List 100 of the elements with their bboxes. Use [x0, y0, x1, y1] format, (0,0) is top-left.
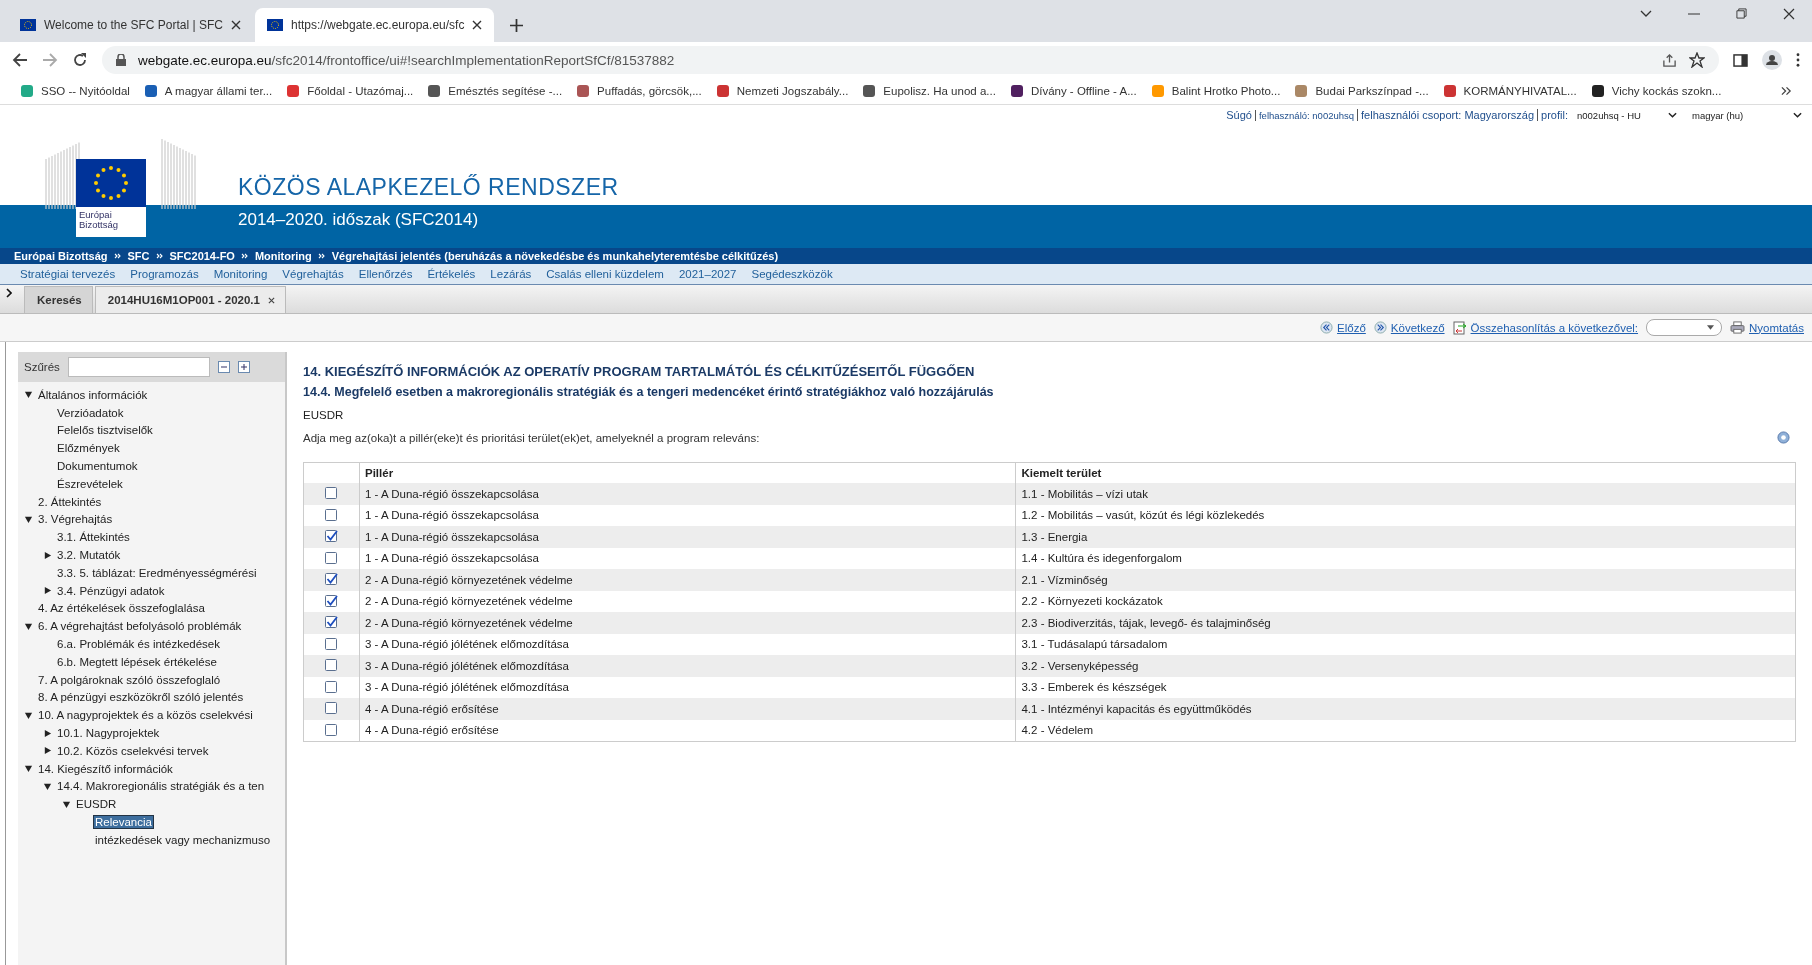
bookmark[interactable]: Emésztés segítése -...: [427, 84, 563, 98]
checkbox[interactable]: [325, 702, 338, 716]
bookmark[interactable]: Vichy kockás szokn...: [1590, 84, 1722, 98]
breadcrumb-link[interactable]: SFC2014-FO: [169, 250, 235, 262]
tree-item[interactable]: Észrevételek: [56, 477, 124, 490]
tree-item[interactable]: Dokumentumok: [56, 460, 139, 473]
tree-item[interactable]: Relevancia: [94, 816, 153, 828]
tree-item[interactable]: 14.4. Makroregionális stratégiák és a ten: [56, 780, 266, 793]
bookmark[interactable]: Eupolisz. Ha unod a...: [862, 84, 996, 98]
bookmark[interactable]: SSO -- Nyitóoldal: [20, 84, 130, 98]
tree-item[interactable]: 2. Áttekintés: [37, 495, 103, 508]
tree-item[interactable]: 3.2. Mutatók: [56, 549, 122, 562]
tree-item[interactable]: EUSDR: [75, 798, 118, 811]
bookmark[interactable]: Budai Parkszínpad -...: [1294, 84, 1429, 98]
next-link[interactable]: Következő: [1373, 321, 1445, 334]
dropdown-arrow-icon[interactable]: [1707, 325, 1715, 330]
tree-item[interactable]: 6. A végrehajtást befolyásoló problémák: [37, 620, 243, 633]
minimize-icon[interactable]: [1688, 12, 1700, 15]
bookmark[interactable]: A magyar állami ter...: [143, 84, 273, 98]
tree-item[interactable]: 8. A pénzügyi eszközökről szóló jelentés: [37, 691, 245, 704]
print-link[interactable]: Nyomtatás: [1730, 321, 1804, 334]
checkbox[interactable]: [325, 551, 338, 565]
breadcrumb-link[interactable]: SFC: [127, 250, 150, 262]
collapse-arrow-icon[interactable]: [24, 514, 33, 524]
profile-select[interactable]: n002uhsq - HU: [1577, 109, 1677, 121]
close-icon[interactable]: [267, 296, 275, 304]
expand-panel-icon[interactable]: [6, 288, 12, 298]
browser-tab[interactable]: https://webgate.ec.europa.eu/sfc: [254, 8, 495, 42]
tree-item[interactable]: Verzióadatok: [56, 406, 125, 419]
close-icon[interactable]: [1783, 7, 1795, 20]
expand-arrow-icon[interactable]: [43, 728, 52, 738]
breadcrumb-link[interactable]: Végrehajtási jelentés (beruházás a növekedésbe és munkahelyteremtésbe célkitűzés): [331, 250, 779, 262]
menu-item[interactable]: Stratégiai tervezés: [20, 268, 116, 280]
checkbox[interactable]: [325, 723, 338, 737]
menu-item[interactable]: 2021–2027: [678, 268, 737, 280]
tree-item[interactable]: 7. A polgároknak szóló összefoglaló: [37, 673, 222, 686]
star-icon[interactable]: [1689, 52, 1705, 68]
close-icon[interactable]: [230, 20, 241, 30]
previous-icon[interactable]: [1320, 321, 1334, 334]
tree-item[interactable]: 3. Végrehajtás: [37, 513, 114, 526]
tree-item[interactable]: 6.b. Megtett lépések értékelése: [56, 655, 218, 668]
menu-item[interactable]: Segédeszközök: [751, 268, 833, 280]
reload-icon[interactable]: [72, 52, 88, 68]
address-bar[interactable]: webgate.ec.europa.eu/sfc2014/frontoffice/ui#!searchImplementationReportSfCf/81537882: [102, 46, 1719, 74]
bookmark[interactable]: Puffadás, görcsök,...: [576, 84, 702, 98]
tree-item[interactable]: 6.a. Problémák és intézkedések: [56, 638, 221, 651]
share-icon[interactable]: [1662, 52, 1677, 68]
bookmark[interactable]: Főoldal - Utazómaj...: [286, 84, 414, 98]
tree-item[interactable]: intézkedések vagy mechanizmuso: [94, 833, 272, 846]
tree-item[interactable]: 10.1. Nagyprojektek: [56, 727, 161, 740]
previous-link[interactable]: Előző: [1320, 321, 1366, 334]
collapse-arrow-icon[interactable]: [62, 799, 71, 809]
new-tab-icon[interactable]: [510, 19, 524, 32]
checkbox[interactable]: [325, 680, 338, 694]
restore-icon[interactable]: [1736, 8, 1747, 19]
expand-all-icon[interactable]: [237, 361, 250, 373]
tree-item[interactable]: 10.2. Közös cselekvési tervek: [56, 744, 210, 757]
more-bookmarks-icon[interactable]: [1781, 86, 1792, 96]
tree-item[interactable]: Előzmények: [56, 442, 121, 455]
language-select[interactable]: magyar (hu): [1692, 109, 1802, 121]
checkbox[interactable]: [325, 487, 338, 501]
compare-icon[interactable]: [1452, 320, 1467, 335]
tree-item[interactable]: Általános információk: [37, 388, 149, 401]
expand-arrow-icon[interactable]: [43, 746, 52, 756]
help-link[interactable]: Súgó: [1226, 109, 1252, 121]
browser-tab[interactable]: Welcome to the SFC Portal | SFC: [8, 8, 253, 42]
menu-item[interactable]: Értékelés: [427, 268, 476, 280]
expand-arrow-icon[interactable]: [43, 586, 52, 596]
filter-field[interactable]: [67, 357, 210, 377]
tree-item[interactable]: 3.3. 5. táblázat: Eredményességmérési: [56, 566, 258, 579]
menu-item[interactable]: Programozás: [130, 268, 199, 280]
tree-item[interactable]: 4. Az értékelések összefoglalása: [37, 602, 206, 615]
menu-item[interactable]: Végrehajtás: [282, 268, 344, 280]
collapse-arrow-icon[interactable]: [24, 621, 33, 631]
tree-item[interactable]: 3.1. Áttekintés: [56, 531, 131, 544]
checkbox[interactable]: [325, 530, 338, 544]
checkbox[interactable]: [325, 508, 338, 522]
collapse-arrow-icon[interactable]: [24, 390, 33, 400]
breadcrumb-link[interactable]: Európai Bizottság: [14, 250, 108, 262]
compare-link[interactable]: Összehasonlítás a következővel:: [1452, 320, 1639, 335]
checkbox[interactable]: [325, 659, 338, 673]
printer-icon[interactable]: [1730, 321, 1746, 334]
bookmark[interactable]: Nemzeti Jogszabály...: [715, 84, 849, 98]
bookmark[interactable]: Dívány - Offline - A...: [1009, 84, 1137, 98]
tree-item[interactable]: 14. Kiegészítő információk: [37, 762, 174, 775]
tree-item[interactable]: Felelős tisztviselők: [56, 424, 154, 437]
next-icon[interactable]: [1373, 321, 1387, 334]
collapse-arrow-icon[interactable]: [24, 710, 33, 720]
checkbox[interactable]: [325, 573, 338, 587]
collapse-arrow-icon[interactable]: [43, 781, 52, 791]
help-icon[interactable]: [1777, 431, 1790, 444]
checkbox[interactable]: [325, 616, 338, 630]
checkbox[interactable]: [325, 637, 338, 651]
bookmark[interactable]: Balint Hrotko Photo...: [1150, 84, 1281, 98]
chevron-down-icon[interactable]: [1668, 112, 1677, 118]
menu-item[interactable]: Ellenőrzés: [358, 268, 413, 280]
expand-arrow-icon[interactable]: [43, 550, 52, 560]
page-tab[interactable]: Keresés: [24, 286, 93, 313]
checkbox[interactable]: [325, 594, 338, 608]
side-panel-icon[interactable]: [1733, 53, 1748, 67]
